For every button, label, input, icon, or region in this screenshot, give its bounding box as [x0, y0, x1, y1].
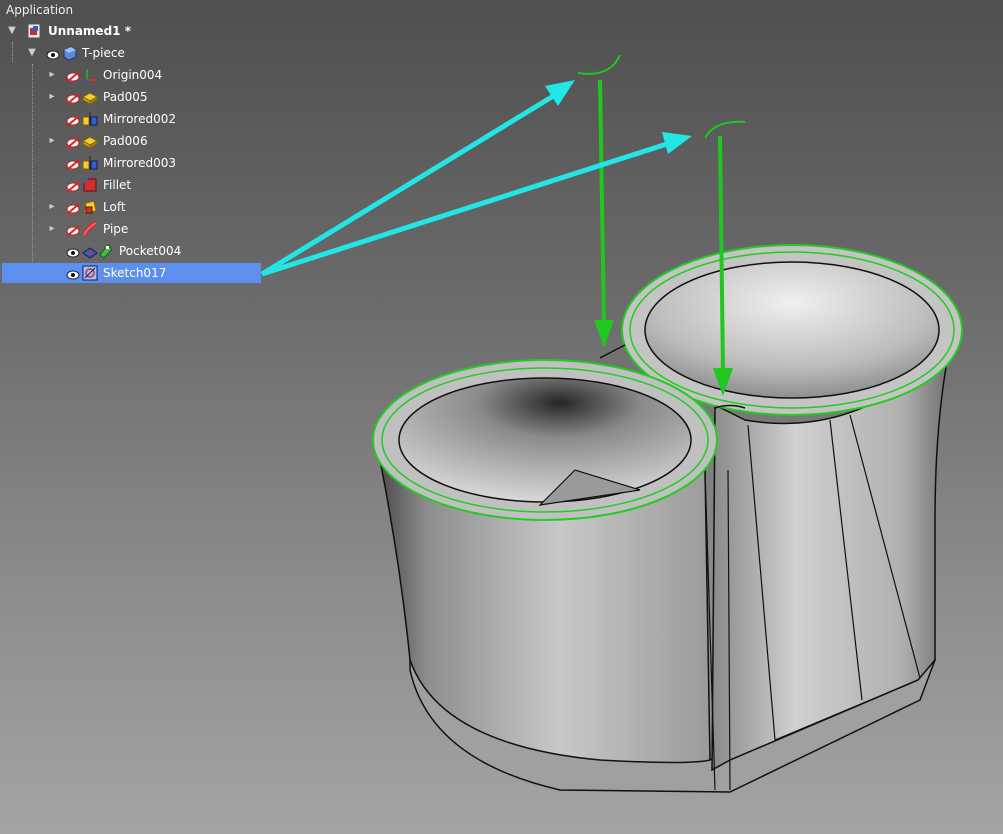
eye-hidden-icon[interactable] [66, 157, 80, 171]
chevron-right-icon[interactable]: ▸ [46, 131, 58, 151]
loft-icon [82, 199, 98, 215]
tree-item-label: Pocket004 [119, 244, 182, 258]
tree-row-body[interactable]: ▼ T-piece [0, 43, 300, 63]
mirrored-icon [82, 111, 98, 127]
tree-header: Application [6, 3, 74, 17]
eye-icon[interactable] [46, 47, 60, 60]
sketch-arc-2 [704, 120, 746, 139]
tree-row-loft[interactable]: ▸ Loft [0, 197, 300, 217]
tree-item-label: Sketch017 [103, 266, 167, 280]
mirrored-icon [82, 155, 98, 171]
model-tree: Application ▼ Unnamed1 * ▼ T-piece ▸ Ori… [0, 0, 300, 300]
eye-hidden-icon[interactable] [66, 113, 80, 127]
document-icon [26, 23, 42, 39]
eye-hidden-icon[interactable] [66, 69, 80, 83]
chevron-down-icon[interactable]: ▼ [6, 21, 18, 41]
sketch-arc-1 [577, 54, 621, 75]
tree-row-pad005[interactable]: ▸ Pad005 [0, 87, 300, 107]
tree-item-label: Unnamed1 * [48, 24, 131, 38]
tree-item-label: Origin004 [103, 68, 163, 82]
green-arrow-1 [594, 79, 614, 348]
tree-row-origin004[interactable]: ▸ Origin004 [0, 65, 300, 85]
tree-row-pipe[interactable]: ▸ Pipe [0, 219, 300, 239]
tree-item-label: Mirrored003 [103, 156, 176, 170]
tree-item-label: Pad005 [103, 90, 148, 104]
pipe-icon [81, 220, 98, 237]
chevron-right-icon[interactable]: ▸ [46, 219, 58, 239]
pad-icon [81, 89, 99, 105]
chevron-down-icon[interactable]: ▼ [26, 43, 38, 63]
tree-row-mirrored002[interactable]: Mirrored002 [0, 109, 300, 129]
chevron-right-icon[interactable]: ▸ [46, 65, 58, 85]
cyan-arrow-2 [261, 132, 692, 277]
tree-row-fillet[interactable]: Fillet [0, 175, 300, 195]
eye-icon[interactable] [66, 267, 80, 280]
pad-icon [81, 133, 99, 149]
tree-item-label: Pipe [103, 222, 129, 236]
tree-item-label: T-piece [82, 46, 125, 60]
tree-row-document[interactable]: ▼ Unnamed1 * [0, 21, 300, 41]
tree-item-label: Fillet [103, 178, 132, 192]
eye-hidden-icon[interactable] [66, 201, 80, 215]
model-right-bore [644, 261, 940, 399]
tip-icon [98, 243, 114, 259]
eye-icon[interactable] [66, 245, 80, 258]
sketch-icon [82, 265, 98, 281]
tree-row-pocket004[interactable]: Pocket004 [0, 241, 300, 261]
origin-icon [82, 67, 98, 84]
eye-hidden-icon[interactable] [66, 91, 80, 105]
pocket-icon [82, 243, 98, 259]
eye-hidden-icon[interactable] [66, 135, 80, 149]
eye-hidden-icon[interactable] [66, 223, 80, 237]
cyan-arrow-1 [260, 80, 575, 277]
model-left-bore [398, 377, 692, 503]
tree-item-label: Mirrored002 [103, 112, 176, 126]
chevron-right-icon[interactable]: ▸ [46, 197, 58, 217]
tree-row-pad006[interactable]: ▸ Pad006 [0, 131, 300, 151]
tree-row-sketch017[interactable]: Sketch017 [2, 263, 261, 283]
tree-item-label: Pad006 [103, 134, 148, 148]
tree-item-label: Loft [103, 200, 126, 214]
tree-row-mirrored003[interactable]: Mirrored003 [0, 153, 300, 173]
body-icon [62, 45, 78, 61]
fillet-icon [82, 177, 98, 193]
chevron-right-icon[interactable]: ▸ [46, 87, 58, 107]
eye-hidden-icon[interactable] [66, 179, 80, 193]
